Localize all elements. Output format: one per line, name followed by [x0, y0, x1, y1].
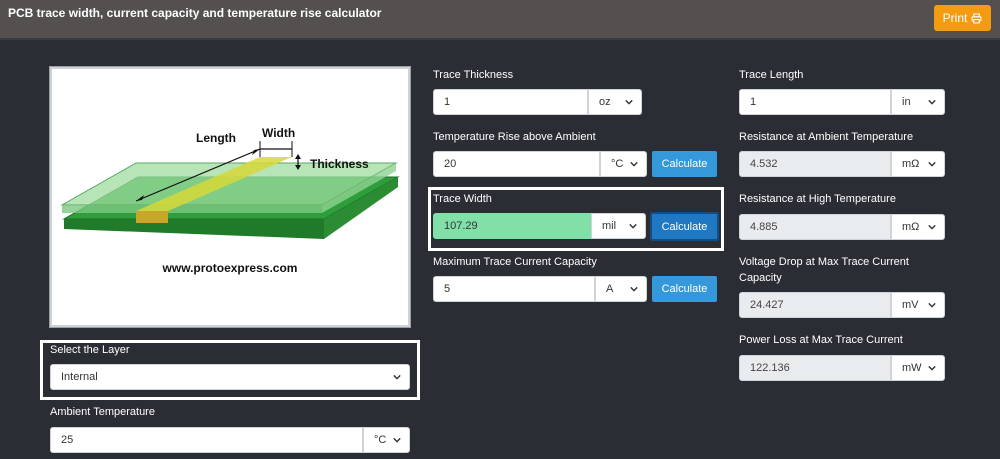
power-loss-unit-select[interactable]: mW [891, 355, 945, 381]
length-input[interactable]: 1 [739, 89, 891, 115]
chevron-down-icon [928, 99, 936, 105]
website-url: www.protoexpress.com [162, 261, 298, 275]
temp-rise-input[interactable]: 20 [433, 151, 600, 177]
page-title: PCB trace width, current capacity and te… [8, 6, 382, 20]
ambient-unit-value: °C [374, 434, 387, 446]
calculate-max-current-button[interactable]: Calculate [652, 276, 717, 302]
thickness-field-label: Trace Thickness [433, 69, 514, 81]
voltage-drop-unit-select[interactable]: mV [891, 292, 945, 318]
max-current-unit-select[interactable]: A [595, 276, 647, 302]
length-label: Length [196, 131, 236, 145]
thickness-unit-value: oz [599, 96, 611, 108]
chevron-down-icon [928, 224, 936, 230]
trace-width-unit-select[interactable]: mil [591, 213, 646, 239]
calculate-temp-rise-button[interactable]: Calculate [652, 151, 717, 177]
pcb-trace-diagram: Length Width Thickness www.protoexpress.… [49, 66, 411, 328]
voltage-drop-label-line1: Voltage Drop at Max Trace Current [739, 256, 909, 268]
chevron-down-icon [630, 161, 638, 167]
res-ambient-unit-select[interactable]: mΩ [891, 151, 945, 177]
chevron-down-icon [928, 161, 936, 167]
temp-rise-unit-select[interactable]: °C [600, 151, 647, 177]
chevron-down-icon [625, 99, 633, 105]
res-ambient-label: Resistance at Ambient Temperature [739, 131, 914, 143]
length-unit-select[interactable]: in [891, 89, 945, 115]
max-current-label: Maximum Trace Current Capacity [433, 256, 597, 268]
res-high-label: Resistance at High Temperature [739, 193, 896, 205]
ambient-input[interactable]: 25 [50, 427, 363, 453]
header-bar: PCB trace width, current capacity and te… [0, 0, 1000, 40]
max-current-input[interactable]: 5 [433, 276, 595, 302]
voltage-drop-output: 24.427 [739, 292, 891, 318]
trace-width-unit-value: mil [602, 220, 617, 232]
trace-width-input[interactable]: 107.29 [433, 213, 591, 239]
ambient-unit-select[interactable]: °C [363, 427, 410, 453]
thickness-unit-select[interactable]: oz [588, 89, 642, 115]
voltage-drop-label-line2: Capacity [739, 272, 782, 284]
chevron-down-icon [393, 437, 401, 443]
temp-rise-label: Temperature Rise above Ambient [433, 131, 596, 143]
length-field-label: Trace Length [739, 69, 804, 81]
chevron-down-icon [928, 365, 936, 371]
chevron-down-icon [928, 302, 936, 308]
chevron-down-icon [630, 286, 638, 292]
thickness-input[interactable]: 1 [433, 89, 588, 115]
print-button[interactable]: Print [934, 5, 991, 31]
res-ambient-output: 4.532 [739, 151, 891, 177]
layer-label: Select the Layer [50, 344, 130, 356]
trace-width-label: Trace Width [433, 193, 492, 205]
voltage-drop-unit-value: mV [902, 299, 919, 311]
temp-rise-unit-value: °C [611, 158, 624, 170]
ambient-label: Ambient Temperature [50, 406, 155, 418]
chevron-down-icon [629, 223, 637, 229]
print-label: Print [942, 11, 968, 25]
max-current-unit-value: A [606, 283, 614, 295]
length-unit-value: in [902, 96, 911, 108]
width-label: Width [262, 126, 296, 140]
chevron-down-icon [393, 374, 401, 380]
res-high-unit-select[interactable]: mΩ [891, 214, 945, 240]
res-high-output: 4.885 [739, 214, 891, 240]
layer-select-value: Internal [61, 371, 98, 383]
calculate-trace-width-button[interactable]: Calculate [650, 212, 719, 241]
power-loss-output: 122.136 [739, 355, 891, 381]
layer-select[interactable]: Internal [50, 364, 410, 390]
thickness-label: Thickness [310, 157, 369, 171]
pcb-illustration [60, 141, 400, 239]
res-high-unit-value: mΩ [902, 221, 920, 233]
power-loss-unit-value: mW [902, 362, 922, 374]
power-loss-label: Power Loss at Max Trace Current [739, 334, 903, 346]
printer-icon [971, 13, 982, 23]
res-ambient-unit-value: mΩ [902, 158, 920, 170]
